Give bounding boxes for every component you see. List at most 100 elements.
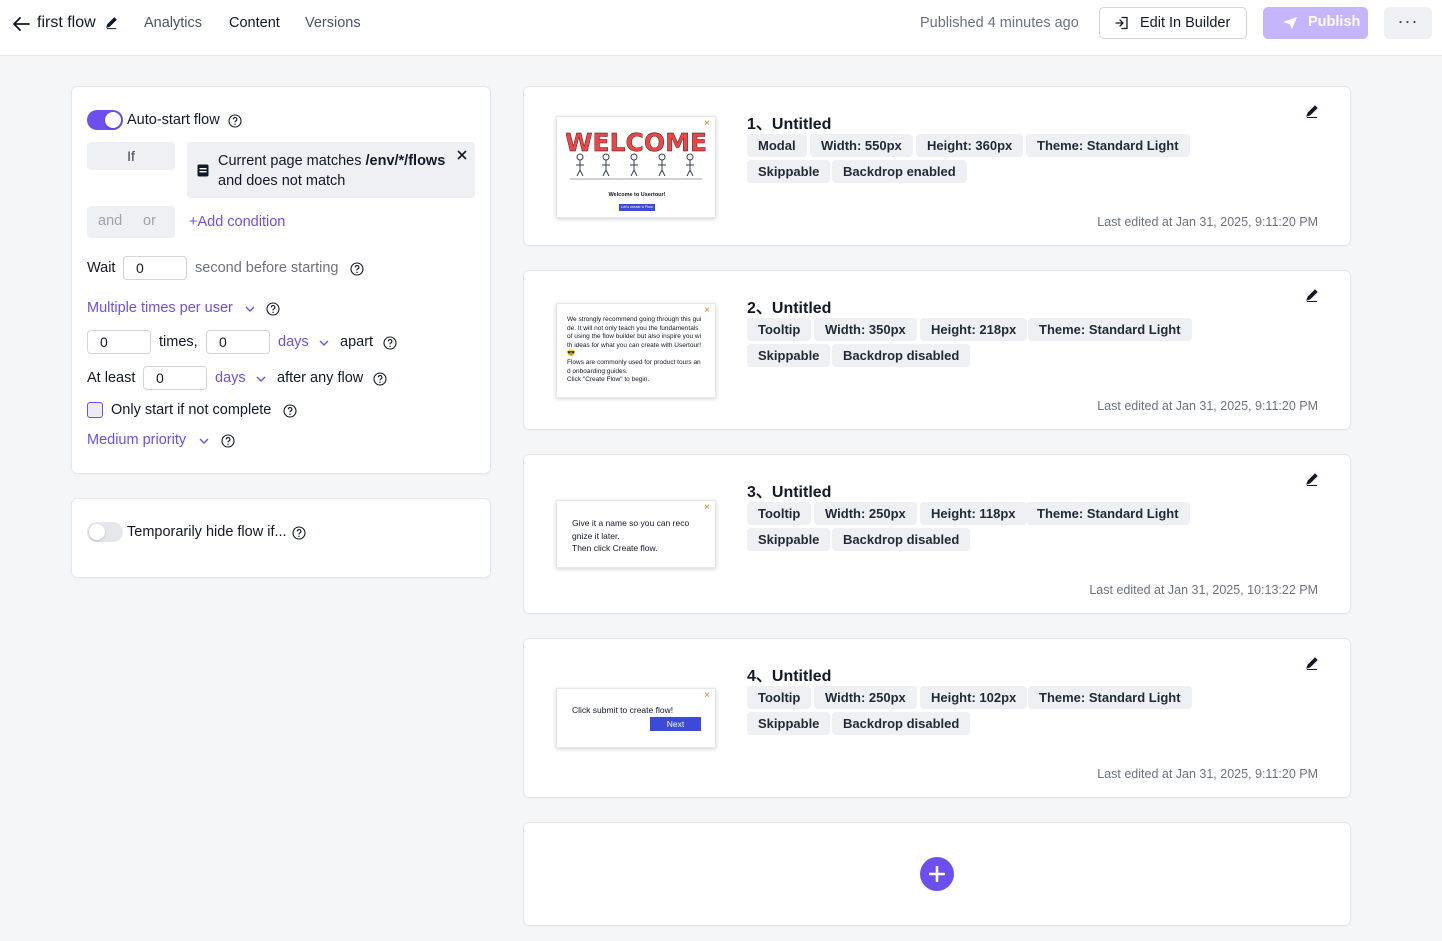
step-tag: Width: 250px: [814, 502, 917, 525]
chevron-down-icon[interactable]: [198, 435, 210, 447]
pencil-icon[interactable]: [1304, 287, 1320, 303]
add-step-button[interactable]: [920, 857, 954, 891]
last-edited: Last edited at Jan 31, 2025, 9:11:20 PM: [1097, 399, 1318, 413]
wait-suffix: second before starting: [195, 260, 339, 276]
only-start-checkbox[interactable]: [87, 402, 103, 418]
tab-analytics[interactable]: Analytics: [144, 15, 202, 31]
help-icon[interactable]: [350, 262, 364, 276]
published-status: Published 4 minutes ago: [920, 15, 1079, 31]
close-icon: ×: [704, 502, 710, 513]
step-tag: Theme: Standard Light: [1026, 134, 1190, 157]
step-title[interactable]: 4、Untitled: [747, 662, 831, 686]
step-tag: Theme: Standard Light: [1028, 318, 1192, 341]
step-tag: Tooltip: [747, 686, 812, 709]
hide-flow-toggle[interactable]: [87, 522, 123, 542]
pencil-icon[interactable]: [1304, 471, 1320, 487]
frequency-select[interactable]: Multiple times per user: [87, 300, 233, 316]
close-icon: ×: [704, 690, 710, 701]
at-least-unit-select[interactable]: days: [215, 370, 246, 386]
welcome-illustration: WELCOME: [566, 128, 706, 180]
help-icon[interactable]: [373, 372, 387, 386]
publish-label: Publish: [1308, 14, 1361, 30]
wait-seconds-input[interactable]: 0: [123, 256, 187, 280]
pencil-icon[interactable]: [1304, 655, 1320, 671]
close-icon: ×: [704, 305, 710, 316]
help-icon[interactable]: [228, 114, 242, 128]
flow-title[interactable]: first flow: [37, 14, 96, 32]
step-thumbnail[interactable]: × We strongly recommend going through th…: [556, 303, 716, 398]
step-card-4[interactable]: × Click submit to create flow! Next 4、Un…: [523, 638, 1351, 798]
thumb-button: Let's create a Flow: [619, 204, 655, 211]
if-label: If: [87, 142, 175, 170]
auto-start-label: Auto-start flow: [127, 112, 220, 128]
step-tag: Height: 218px: [920, 318, 1028, 341]
apart-input[interactable]: 0: [206, 330, 270, 354]
pencil-icon[interactable]: [1304, 103, 1320, 119]
or-option[interactable]: or: [143, 213, 156, 229]
thumb-text: We strongly recommend going through this…: [567, 316, 702, 384]
step-card-2[interactable]: × We strongly recommend going through th…: [523, 270, 1351, 430]
apart-unit-select[interactable]: days: [278, 334, 309, 350]
step-tag: Width: 250px: [814, 686, 917, 709]
chevron-down-icon[interactable]: [318, 337, 330, 349]
times-input[interactable]: 0: [87, 330, 151, 354]
step-tag: Backdrop enabled: [832, 160, 967, 183]
and-option[interactable]: and: [98, 213, 122, 229]
step-thumbnail[interactable]: × Click submit to create flow! Next: [556, 688, 716, 748]
plus-icon: [929, 866, 945, 882]
step-tag: Backdrop disabled: [832, 344, 971, 367]
step-tag: Skippable: [747, 344, 831, 367]
last-edited: Last edited at Jan 31, 2025, 9:11:20 PM: [1097, 215, 1318, 229]
step-tag: Height: 118px: [920, 502, 1027, 525]
step-tag: Width: 350px: [814, 318, 917, 341]
step-thumbnail[interactable]: × Give it a name so you can reco gnize it…: [556, 500, 716, 568]
thumb-text: Welcome to Usertour!: [608, 192, 666, 198]
step-card-3[interactable]: × Give it a name so you can reco gnize it…: [523, 454, 1351, 614]
close-icon[interactable]: [457, 150, 467, 160]
step-title[interactable]: 2、Untitled: [747, 294, 831, 318]
enter-icon: [1115, 16, 1128, 30]
times-label: times,: [159, 334, 198, 350]
add-condition-button[interactable]: +Add condition: [189, 214, 285, 230]
chevron-down-icon[interactable]: [255, 373, 267, 385]
help-icon[interactable]: [283, 404, 297, 418]
edit-in-builder-button[interactable]: Edit In Builder: [1099, 7, 1247, 39]
step-tag: Backdrop disabled: [832, 712, 971, 735]
step-thumbnail[interactable]: × WELCOME Welcome to Usertour! Let's cre…: [556, 116, 716, 218]
only-start-label: Only start if not complete: [111, 402, 272, 418]
edit-in-builder-label: Edit In Builder: [1140, 15, 1231, 31]
wait-label: Wait: [87, 260, 116, 276]
tab-versions[interactable]: Versions: [305, 15, 361, 31]
step-tag: Width: 550px: [810, 134, 913, 157]
condition-item[interactable]: Current page matches /env/*/flows and do…: [187, 142, 475, 198]
step-title[interactable]: 1、Untitled: [747, 110, 831, 134]
step-tag: Height: 360px: [916, 134, 1024, 157]
thumb-text: Click submit to create flow!: [572, 705, 674, 715]
add-step-card[interactable]: [523, 822, 1351, 926]
pencil-icon[interactable]: [104, 15, 119, 30]
help-icon[interactable]: [292, 526, 306, 540]
priority-select[interactable]: Medium priority: [87, 432, 186, 448]
step-tag: Theme: Standard Light: [1026, 502, 1190, 525]
tab-content[interactable]: Content: [229, 15, 280, 31]
publish-button[interactable]: Publish: [1263, 7, 1368, 39]
back-arrow-icon[interactable]: [10, 13, 32, 35]
step-title[interactable]: 3、Untitled: [747, 478, 831, 502]
and-or-toggle[interactable]: and or: [87, 206, 175, 238]
help-icon[interactable]: [266, 302, 280, 316]
help-icon[interactable]: [383, 336, 397, 350]
more-options-button[interactable]: ···: [1384, 7, 1432, 39]
help-icon[interactable]: [221, 434, 235, 448]
ellipsis-icon: ···: [1397, 11, 1419, 31]
auto-start-toggle[interactable]: [87, 110, 123, 130]
step-tag: Backdrop disabled: [832, 528, 971, 551]
last-edited: Last edited at Jan 31, 2025, 10:13:22 PM: [1089, 583, 1318, 597]
step-tag: Skippable: [747, 160, 831, 183]
apart-label: apart: [340, 334, 374, 350]
at-least-input[interactable]: 0: [143, 366, 207, 390]
last-edited: Last edited at Jan 31, 2025, 9:11:20 PM: [1097, 767, 1318, 781]
chevron-down-icon[interactable]: [244, 303, 256, 315]
step-card-1[interactable]: × WELCOME Welcome to Usertour! Let's cre…: [523, 86, 1351, 246]
svg-text:WELCOME: WELCOME: [566, 128, 706, 157]
step-tag: Tooltip: [747, 318, 812, 341]
